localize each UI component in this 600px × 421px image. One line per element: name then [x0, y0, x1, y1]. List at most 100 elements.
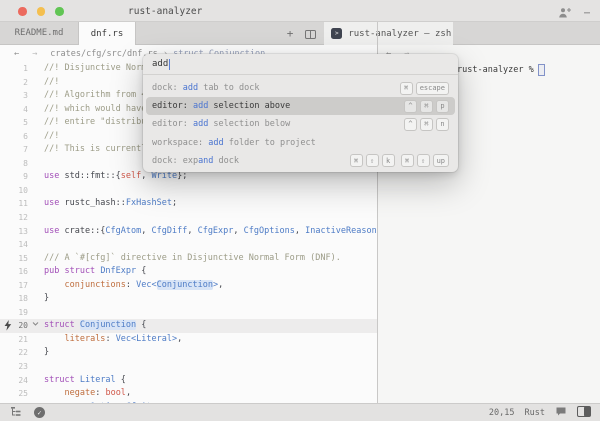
title-bar: rust-analyzer ⋯ — [0, 0, 600, 22]
code-text: //! — [44, 130, 59, 144]
code-text: struct Conjunction { — [44, 319, 146, 333]
line-number: 20 — [0, 319, 28, 333]
project-panel-icon[interactable] — [10, 406, 22, 420]
code-token: //! This is currentl — [44, 144, 146, 154]
palette-item-text: dock: exp — [152, 156, 198, 166]
shortcut-keys: ^⌘p — [404, 100, 449, 113]
code-line[interactable]: 18} — [0, 292, 377, 306]
fold-chevron-icon[interactable] — [32, 319, 39, 333]
command-palette-items: dock: add tab to dock⌘escapeeditor: add … — [143, 75, 458, 172]
code-token: , — [126, 388, 131, 398]
code-line[interactable]: 25 negate: bool, — [0, 387, 377, 401]
code-token: literals — [64, 334, 105, 344]
code-line[interactable]: 10 — [0, 184, 377, 198]
diagnostics-ok-icon[interactable]: ✓ — [34, 407, 45, 418]
command-palette: add dock: add tab to dock⌘escapeeditor: … — [143, 54, 458, 172]
tab-terminal[interactable]: > rust-analyzer — zsh — [324, 22, 453, 45]
palette-item[interactable]: dock: expand dock⌘⇧k⌘⇧up — [146, 152, 455, 170]
code-line[interactable]: 11use rustc_hash::FxHashSet; — [0, 197, 377, 211]
code-line[interactable]: 21 literals: Vec<Literal>, — [0, 333, 377, 347]
code-token: Vec< — [136, 280, 156, 290]
code-line[interactable]: 13use crate::{CfgAtom, CfgDiff, CfgExpr,… — [0, 225, 377, 239]
palette-item-text: folder to project — [224, 138, 316, 148]
code-token: , — [233, 226, 243, 236]
nav-forward-icon[interactable]: → — [32, 49, 37, 59]
code-token: }; — [177, 171, 187, 181]
palette-item-match: add — [208, 138, 223, 148]
code-token: , — [141, 171, 151, 181]
code-text: use crate::{CfgAtom, CfgDiff, CfgExpr, C… — [44, 225, 377, 239]
code-token: CfgExpr — [198, 226, 234, 236]
code-line[interactable]: 24struct Literal { — [0, 374, 377, 388]
shortcut-keys: ⌘⇧k ⌘⇧up — [350, 154, 449, 167]
code-text: //! entire "distribu — [44, 116, 146, 130]
code-token: //! — [44, 77, 59, 87]
add-collaborator-icon[interactable] — [558, 4, 572, 23]
palette-item[interactable]: editor: add selection below^⌘n — [146, 115, 455, 133]
shortcut-key: ⌘ — [350, 154, 363, 167]
close-window-button[interactable] — [18, 7, 27, 16]
code-line[interactable]: 19 — [0, 306, 377, 320]
code-token: , — [218, 280, 223, 290]
shortcut-key: k — [382, 154, 395, 167]
line-number: 9 — [0, 170, 28, 184]
shortcut-chord: ⌘⇧k — [350, 154, 395, 167]
code-token — [44, 334, 64, 344]
terminal-icon: > — [331, 28, 342, 39]
code-token: Literal — [80, 375, 116, 385]
code-line[interactable]: 15 /// A `#[cfg]` directive in Disjunctiv… — [0, 252, 377, 266]
code-token: DnfExpr — [100, 266, 136, 276]
tab-dnf[interactable]: dnf.rs — [79, 22, 136, 45]
code-line[interactable]: 14 — [0, 238, 377, 252]
line-number: 4 — [0, 103, 28, 117]
shortcut-chord: ⌘⇧up — [401, 154, 449, 167]
code-token: //! Algorithm from < — [44, 90, 146, 100]
tab-readme[interactable]: README.md — [0, 22, 79, 45]
feedback-icon[interactable] — [555, 406, 567, 420]
terminal-panel-toggle-icon[interactable] — [577, 406, 591, 420]
line-number: 15 — [0, 252, 28, 266]
split-pane-icon[interactable] — [305, 24, 316, 43]
code-line[interactable]: 16pub struct DnfExpr { — [0, 265, 377, 279]
line-number: 10 — [0, 184, 28, 198]
line-number: 2 — [0, 76, 28, 90]
code-line[interactable]: 22} — [0, 346, 377, 360]
palette-item[interactable]: editor: add selection above^⌘p — [146, 97, 455, 115]
nav-back-icon[interactable]: ← — [14, 49, 19, 59]
palette-item[interactable]: workspace: add folder to project — [146, 134, 455, 152]
code-line[interactable]: 12 — [0, 211, 377, 225]
shortcut-key: ⌘ — [401, 154, 414, 167]
code-token: , — [187, 226, 197, 236]
code-token: } — [44, 293, 49, 303]
line-number: 12 — [0, 211, 28, 225]
shortcut-key: ^ — [404, 118, 417, 131]
command-palette-input[interactable]: add — [143, 54, 458, 75]
code-line[interactable]: 20 struct Conjunction { — [0, 319, 377, 333]
code-line[interactable]: 23 — [0, 360, 377, 374]
shortcut-key: ⌘ — [400, 82, 413, 95]
code-token: /// A `#[cfg]` directive in Disjunctive … — [44, 253, 341, 263]
palette-item[interactable]: dock: add tab to dock⌘escape — [146, 79, 455, 97]
breadcrumb-path: crates/cfg/src/dnf.rs — [50, 49, 157, 59]
zoom-window-button[interactable] — [55, 7, 64, 16]
minimize-window-button[interactable] — [37, 7, 46, 16]
code-line[interactable]: 9 use std::fmt::{self, Write}; — [0, 170, 377, 184]
line-number: 14 — [0, 238, 28, 252]
code-token: Write — [152, 171, 178, 181]
code-token: pub struct — [44, 266, 95, 276]
code-token: , — [177, 334, 182, 344]
code-line[interactable]: 17 conjunctions: Vec<Conjunction>, — [0, 279, 377, 293]
code-text: use std::fmt::{self, Write}; — [44, 170, 187, 184]
code-token: use — [44, 226, 59, 236]
code-token: //! entire "distribu — [44, 117, 146, 127]
code-token — [44, 388, 64, 398]
code-token: : — [126, 280, 136, 290]
line-number: 11 — [0, 197, 28, 211]
more-menu-button[interactable]: ⋯ — [584, 8, 591, 19]
code-token: std::fmt::{ — [59, 171, 120, 181]
code-token: , — [141, 226, 151, 236]
new-tab-button[interactable]: + — [287, 28, 294, 39]
cursor-position[interactable]: 20,15 — [489, 408, 515, 418]
code-token: Vec<Literal> — [116, 334, 177, 344]
language-indicator[interactable]: Rust — [525, 408, 545, 418]
